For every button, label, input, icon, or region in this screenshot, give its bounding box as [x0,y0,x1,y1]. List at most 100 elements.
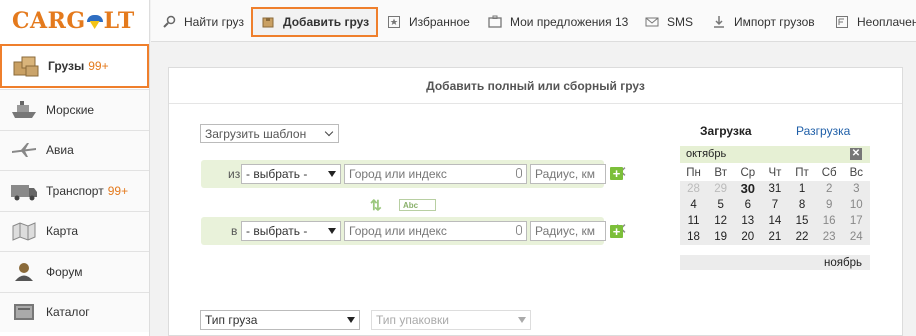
calendar-day[interactable]: 22 [789,229,816,245]
calendar-day[interactable]: 2 [816,181,843,197]
sidebar: CARG LT Грузы 99+ Морские Авиа Транспорт… [0,0,150,336]
calendar-day[interactable]: 15 [789,213,816,229]
calendar-day[interactable]: 10 [843,197,870,213]
truck-icon [8,179,40,203]
calendar-day[interactable]: 31 [761,181,788,197]
calendar-day[interactable]: 24 [843,229,870,245]
sidebar-item-count: 99+ [107,183,129,198]
calendar-day[interactable]: 16 [816,213,843,229]
template-select[interactable]: Загрузить шаблон [200,124,339,143]
calendar-next-month[interactable]: ноябрь [680,254,870,270]
sidebar-item-label: Грузы [48,59,85,73]
toolbar-label: Неоплачен [857,15,916,29]
weekday-label: Ср [740,167,756,179]
sidebar-item-label: Морские [46,102,95,117]
add-to-point-button[interactable]: + [610,225,623,238]
sidebar-item-sea[interactable]: Морские [0,89,149,130]
envelope-icon [644,14,660,30]
calendar-day[interactable]: 17 [843,213,870,229]
calendar-day[interactable]: 4 [680,197,707,213]
sidebar-item-map[interactable]: Карта [0,210,149,251]
sidebar-item-label: Карта [46,224,79,239]
sidebar-item-catalog[interactable]: Каталог [0,291,149,332]
package-type-select[interactable]: Тип упаковки [371,310,531,330]
toolbar-add-cargo[interactable]: Добавить груз [251,7,379,37]
add-from-point-button[interactable]: + [610,167,623,180]
calendar-day-today[interactable]: 30 [734,181,761,197]
to-city-input[interactable]: Город или индекс [344,221,527,241]
calendar-day[interactable]: 8 [789,197,816,213]
calendar-day[interactable]: 21 [761,229,788,245]
calendar-day[interactable]: 6 [734,197,761,213]
heart-icon [86,15,103,29]
calendar-day[interactable]: 23 [816,229,843,245]
calendar-day[interactable]: 7 [761,197,788,213]
toolbar-sms[interactable]: SMS [644,8,693,36]
calendar-day[interactable]: 13 [734,213,761,229]
to-country-value: - выбрать - [246,224,308,238]
toolbar-label: SMS [667,15,694,29]
calendar-month-header: октябрь ✕ [680,146,870,163]
from-country-value: - выбрать - [246,167,308,181]
calendar-day[interactable]: 3 [843,181,870,197]
weekday-label: Пн [686,167,701,179]
import-icon [711,14,727,30]
tab-unloading[interactable]: Разгрузка [796,124,850,138]
calendar-week: 18 19 20 21 22 23 24 [680,229,870,245]
calendar-day[interactable]: 14 [761,213,788,229]
microphone-icon[interactable] [516,225,522,235]
calendar-day[interactable]: 20 [734,229,761,245]
catalog-icon [8,300,40,324]
calendar-day[interactable]: 19 [707,229,734,245]
close-icon[interactable]: ✕ [850,148,862,160]
sidebar-item-air[interactable]: Авиа [0,129,149,170]
unpaid-icon [834,14,850,30]
toolbar-unpaid[interactable]: Неоплачен [834,8,916,36]
offers-icon [487,14,503,30]
package-type-value: Тип упаковки [376,313,449,327]
tab-loading[interactable]: Загрузка [700,124,752,138]
ship-icon [8,98,40,122]
airplane-icon [8,138,40,162]
to-radius-placeholder: Радиус, км [535,224,596,238]
date-calendar: Загрузка Разгрузка октябрь ✕ Пн Вт Ср Чт… [680,124,870,270]
calendar-week: 4 5 6 7 8 9 10 [680,197,870,213]
to-radius-input[interactable]: Радиус, км [530,221,606,241]
weekday-label: Сб [821,167,837,179]
cargo-type-value: Тип груза [205,313,258,327]
from-radius-input[interactable]: Радиус, км [530,164,606,184]
toolbar-my-offers[interactable]: Мои предложения 13 [487,8,628,36]
calendar-day[interactable]: 18 [680,229,707,245]
from-country-select[interactable]: - выбрать - [241,164,341,184]
calendar-day[interactable]: 11 [680,213,707,229]
calendar-day: 28 [687,183,700,195]
sidebar-item-forum[interactable]: Форум [0,251,149,292]
calendar-tabs: Загрузка Разгрузка [680,124,870,140]
from-city-input[interactable]: Город или индекс [344,164,527,184]
boxes-icon [10,54,42,78]
toolbar-label: Мои предложения 13 [510,15,629,29]
weekday-label: Вт [714,167,727,179]
sidebar-item-cargo[interactable]: Грузы 99+ [0,44,149,88]
calendar-day[interactable]: 1 [789,181,816,197]
weekday-label: Вс [849,167,864,179]
toolbar-import[interactable]: Импорт грузов [711,8,815,36]
abc-toggle[interactable]: Abc [399,199,436,211]
toolbar-favorites[interactable]: Избранное [386,8,470,36]
logo-text: CARG LT [12,8,135,34]
logo[interactable]: CARG LT [0,0,149,42]
to-country-select[interactable]: - выбрать - [241,221,341,241]
cargo-type-select[interactable]: Тип груза [200,310,360,330]
toolbar-find-cargo[interactable]: Найти груз [161,8,244,36]
dropdown-arrow-icon [347,317,355,323]
forum-icon [8,260,40,284]
calendar-day[interactable]: 5 [707,197,734,213]
calendar-day[interactable]: 9 [816,197,843,213]
swap-icon[interactable]: ⇅ [370,197,382,214]
microphone-icon[interactable] [516,168,522,178]
route-from-prefix: из [228,167,241,181]
panel-title: Добавить полный или сборный груз [169,68,902,104]
sidebar-item-transport[interactable]: Транспорт 99+ [0,170,149,211]
dropdown-arrow-icon [328,228,336,234]
calendar-day[interactable]: 12 [707,213,734,229]
